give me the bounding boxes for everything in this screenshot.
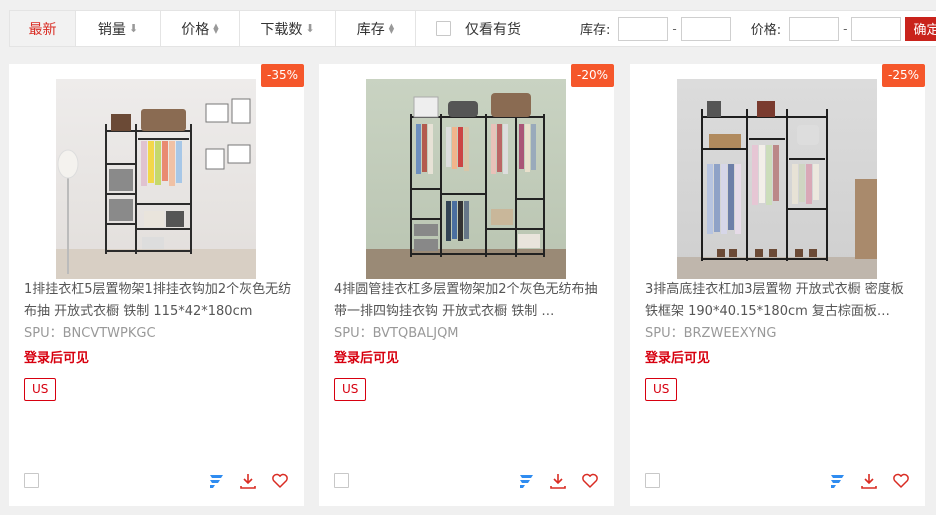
in-stock-only-checkbox[interactable] bbox=[436, 21, 451, 36]
brand-logo-icon[interactable] bbox=[827, 471, 847, 491]
range-dash: - bbox=[672, 21, 677, 36]
select-product-checkbox[interactable] bbox=[334, 473, 349, 488]
sort-downloads[interactable]: 下载数 ⬇ bbox=[240, 11, 336, 46]
product-actions bbox=[516, 471, 600, 491]
select-product-checkbox[interactable] bbox=[645, 473, 660, 488]
sort-newest[interactable]: 最新 bbox=[10, 11, 76, 46]
region-tag: US bbox=[334, 378, 367, 401]
product-image[interactable] bbox=[366, 79, 566, 279]
sort-updown-icon: ▲ ▼ bbox=[213, 21, 219, 35]
login-to-view-price[interactable]: 登录后可见 bbox=[334, 348, 399, 370]
product-actions bbox=[827, 471, 911, 491]
download-icon[interactable] bbox=[548, 471, 568, 491]
login-to-view-price[interactable]: 登录后可见 bbox=[24, 348, 89, 370]
stock-max-input[interactable] bbox=[680, 16, 731, 41]
product-spu: SPU：BRZWEEXYNG bbox=[645, 326, 777, 341]
sort-sales-label: 销量 bbox=[97, 21, 126, 38]
region-tag: US bbox=[645, 378, 678, 401]
login-to-view-price[interactable]: 登录后可见 bbox=[645, 348, 710, 370]
price-range: - bbox=[789, 11, 902, 46]
region-tag: US bbox=[24, 378, 57, 401]
discount-badge: -25% bbox=[881, 64, 925, 87]
sort-newest-label: 最新 bbox=[28, 21, 57, 38]
sort-stock-label: 库存 bbox=[356, 21, 385, 38]
download-icon[interactable] bbox=[859, 471, 879, 491]
download-icon[interactable] bbox=[238, 471, 258, 491]
product-card[interactable]: -20% 4排圆管挂衣杠多层置物架加2个灰色无纺布抽带一排四钩挂衣钩 开放式衣橱… bbox=[319, 64, 614, 506]
sort-sales[interactable]: 销量 ⬇ bbox=[76, 11, 161, 46]
price-min-input[interactable] bbox=[789, 16, 840, 41]
favorite-heart-icon[interactable] bbox=[270, 471, 290, 491]
brand-logo-icon[interactable] bbox=[516, 471, 536, 491]
product-image[interactable] bbox=[56, 79, 256, 279]
sort-price[interactable]: 价格 ▲ ▼ bbox=[161, 11, 240, 46]
in-stock-only-filter[interactable]: 仅看有货 bbox=[416, 11, 566, 46]
in-stock-only-label: 仅看有货 bbox=[465, 21, 521, 38]
favorite-heart-icon[interactable] bbox=[580, 471, 600, 491]
product-spu: SPU：BNCVTWPKGC bbox=[24, 326, 156, 341]
product-title[interactable]: 3排高底挂衣杠加3层置物 开放式衣橱 密度板 铁框架 190*40.15*180… bbox=[645, 279, 913, 323]
discount-badge: -35% bbox=[260, 64, 304, 87]
confirm-filter-button[interactable]: 确定 bbox=[905, 16, 936, 41]
price-max-input[interactable] bbox=[851, 16, 902, 41]
brand-logo-icon[interactable] bbox=[206, 471, 226, 491]
product-title[interactable]: 1排挂衣杠5层置物架1排挂衣钩加2个灰色无纺布抽 开放式衣橱 铁制 115*42… bbox=[24, 279, 292, 323]
discount-badge: -20% bbox=[570, 64, 614, 87]
arrow-down-icon: ⬇ bbox=[305, 22, 315, 35]
sort-stock[interactable]: 库存 ▲ ▼ bbox=[336, 11, 416, 46]
product-actions bbox=[206, 471, 290, 491]
arrow-down-icon: ⬇ bbox=[128, 22, 139, 35]
stock-range: - bbox=[618, 11, 731, 46]
stock-range-label: 库存: bbox=[580, 23, 611, 38]
product-spu: SPU：BVTQBALJQM bbox=[334, 326, 459, 341]
select-product-checkbox[interactable] bbox=[24, 473, 39, 488]
price-range-label: 价格: bbox=[750, 23, 782, 38]
stock-min-input[interactable] bbox=[618, 16, 669, 41]
favorite-heart-icon[interactable] bbox=[891, 471, 911, 491]
sort-filter-bar: 最新 销量 ⬇ 价格 ▲ ▼ 下载数 ⬇ 库存 ▲ ▼ 仅看有货 库存: - 价格:… bbox=[9, 10, 936, 47]
product-image[interactable] bbox=[677, 79, 877, 279]
sort-updown-icon: ▲ ▼ bbox=[388, 21, 395, 35]
range-dash: - bbox=[843, 21, 848, 36]
sort-downloads-label: 下载数 bbox=[260, 21, 303, 38]
sort-price-label: 价格 bbox=[181, 21, 210, 38]
product-card[interactable]: -25% 3排高底挂衣杠加3层置物 开放式衣橱 密度板 铁框架 190*40.1… bbox=[630, 64, 925, 506]
product-title[interactable]: 4排圆管挂衣杠多层置物架加2个灰色无纺布抽带一排四钩挂衣钩 开放式衣橱 铁制 … bbox=[334, 279, 602, 323]
product-card[interactable]: -35% 1排挂衣杠5层置物架1排挂衣钩加2个灰色无纺布抽 开放式衣橱 铁制 1… bbox=[9, 64, 304, 506]
